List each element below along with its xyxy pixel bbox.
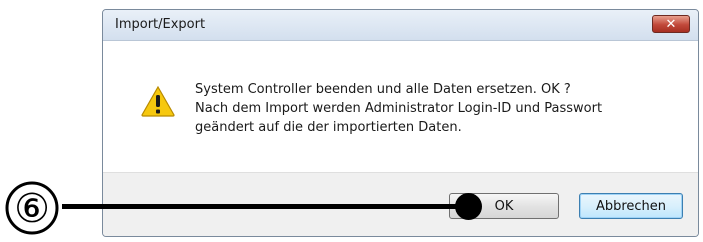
dialog-message: System Controller beenden und alle Daten… [195, 80, 602, 137]
callout-line [62, 204, 468, 209]
dialog-title: Import/Export [115, 17, 206, 32]
import-export-dialog: Import/Export ✕ System Controller beende… [102, 9, 699, 237]
warning-icon [141, 86, 175, 117]
step-number-badge: ⑥ [5, 181, 59, 235]
message-line-1: System Controller beenden und alle Daten… [195, 82, 571, 97]
message-line-3: geändert auf die der importierten Daten. [195, 120, 462, 135]
close-button[interactable]: ✕ [652, 15, 690, 33]
cancel-button[interactable]: Abbrechen [579, 193, 683, 219]
step-number: ⑥ [14, 186, 50, 232]
callout-dot [455, 193, 482, 220]
message-line-2: Nach dem Import werden Administrator Log… [195, 101, 603, 116]
dialog-content: System Controller beenden und alle Daten… [103, 41, 698, 172]
title-bar[interactable]: Import/Export ✕ [103, 10, 698, 41]
close-icon: ✕ [665, 16, 677, 32]
